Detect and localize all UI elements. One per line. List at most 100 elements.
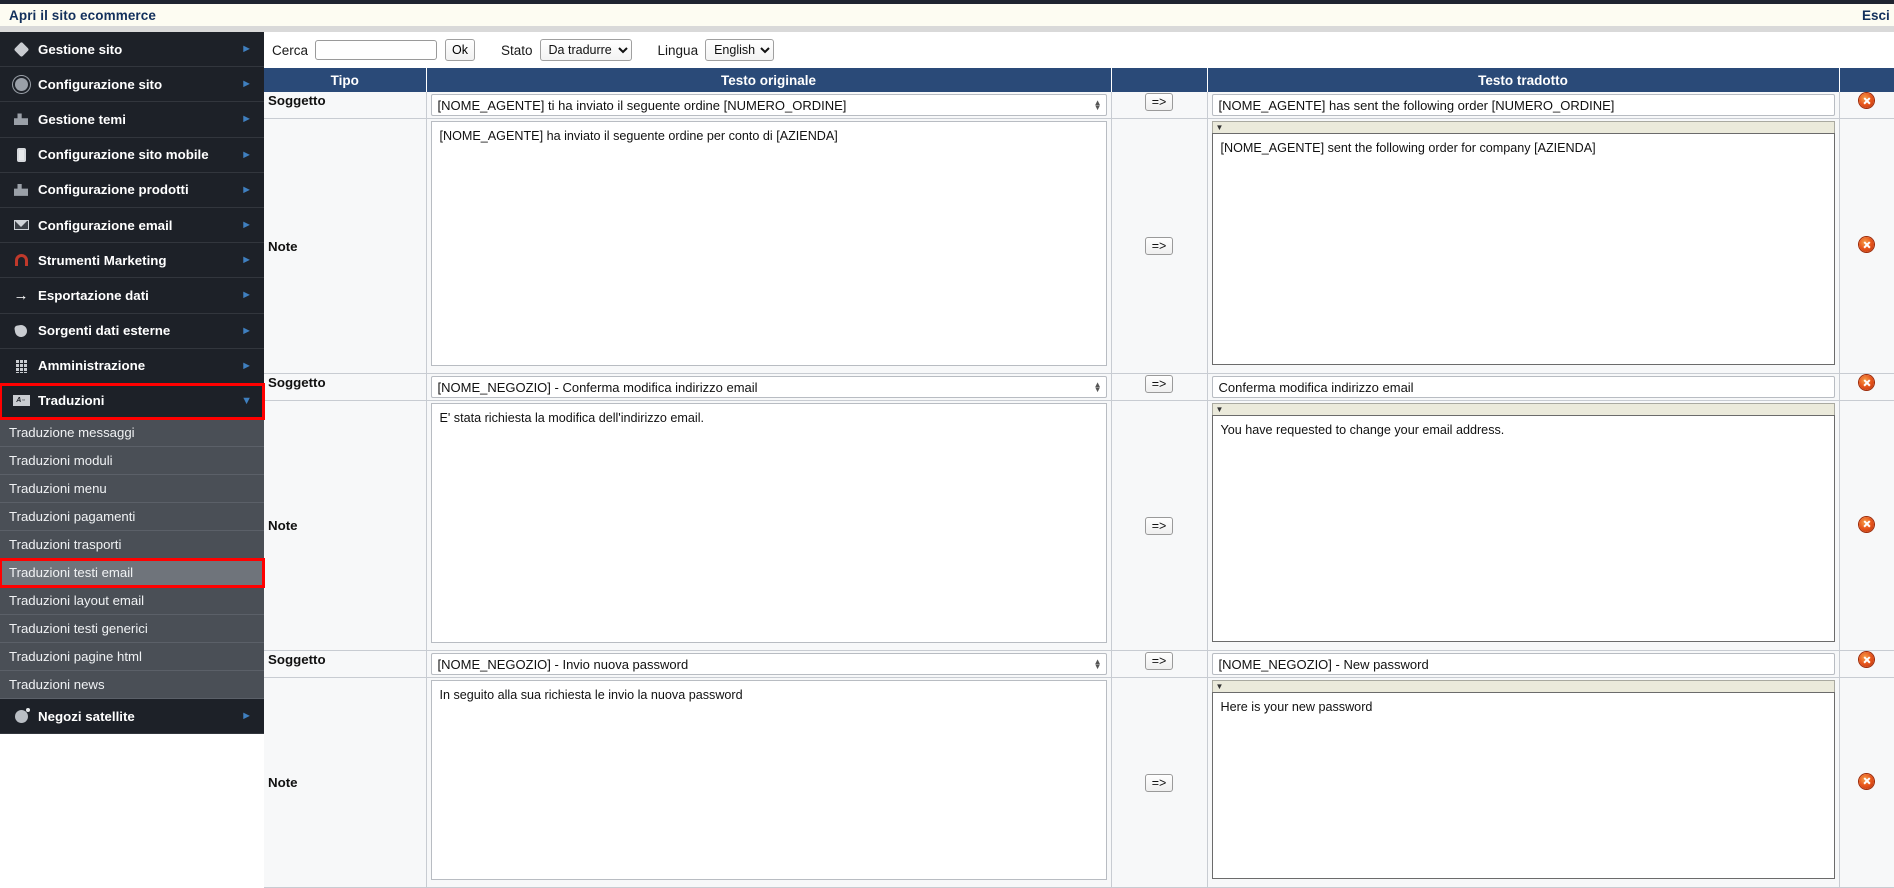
translated-note-textarea[interactable]: [NOME_AGENTE] sent the following order f… [1211,133,1835,365]
sidebar-item-configurazione-email[interactable]: Configurazione email ► [0,208,264,244]
page-title[interactable]: Apri il sito ecommerce [0,8,156,23]
sidebar-item-label: Configurazione sito mobile [38,147,209,163]
column-header-tipo[interactable]: Tipo [264,68,427,92]
sidebar-item-negozi-satellite[interactable]: Negozi satellite ► [0,699,264,735]
sidebar-item-traduzioni-moduli[interactable]: Traduzioni moduli [0,447,264,476]
sidebar-item-traduzioni-layout-email[interactable]: Traduzioni layout email [0,587,264,616]
copy-cell: => [1111,118,1208,374]
sidebar-item-traduzioni[interactable]: A▫ Traduzioni ▼ [0,382,265,421]
original-text-cell: [NOME_NEGOZIO] - Conferma modifica indir… [426,373,1112,401]
translated-subject-input[interactable]: [NOME_NEGOZIO] - New password [1211,653,1835,675]
building-icon [8,358,34,373]
editor-toolbar[interactable]: ▼ [1211,403,1835,415]
column-header-testo-originale[interactable]: Testo originale [426,68,1112,92]
copy-to-translation-button[interactable]: => [1144,237,1174,255]
translated-text-cell: ▼ Here is your new password [1207,677,1840,888]
original-subject-field[interactable]: [NOME_AGENTE] ti ha inviato il seguente … [430,94,1107,116]
sidebar-item-traduzioni-testi-email[interactable]: Traduzioni testi email [0,558,265,589]
sidebar-item-gestione-temi[interactable]: Gestione temi ► [0,102,264,138]
sidebar-item-strumenti-marketing[interactable]: Strumenti Marketing ► [0,243,264,279]
chevron-right-icon: ► [241,324,252,337]
chevron-down-icon[interactable]: ▼ [1216,682,1224,691]
translated-subject-text: [NOME_NEGOZIO] - New password [1218,656,1429,672]
sidebar-item-label: Gestione temi [38,111,126,127]
table-row: Note E' stata richiesta la modifica dell… [264,400,1894,651]
original-subject-field[interactable]: [NOME_NEGOZIO] - Conferma modifica indir… [430,376,1107,398]
delete-circle-icon[interactable] [1859,652,1874,667]
chevron-down-icon[interactable]: ▼ [1216,405,1224,414]
sidebar-item-gestione-sito[interactable]: Gestione sito ► [0,32,264,68]
original-subject-field[interactable]: [NOME_NEGOZIO] - Invio nuova password ▲ ▼ [430,653,1107,675]
translated-subject-text: [NOME_AGENTE] has sent the following ord… [1218,97,1615,113]
column-header-actions [1839,68,1894,92]
sidebar-item-sorgenti-dati-esterne[interactable]: Sorgenti dati esterne ► [0,314,264,349]
delete-circle-icon[interactable] [1859,375,1874,390]
original-note-text: In seguito alla sua richiesta le invio l… [439,688,743,702]
copy-to-translation-button[interactable]: => [1144,773,1174,792]
sidebar-subitem-label: Traduzioni testi generici [9,621,148,637]
table-header-row: Tipo Testo originale Testo tradotto [264,68,1894,92]
spinner-icon[interactable]: ▲ ▼ [1094,99,1102,112]
sidebar-item-traduzioni-pagine-html[interactable]: Traduzioni pagine html [0,643,264,672]
logout-link[interactable]: Esci [1862,8,1894,23]
delete-circle-icon[interactable] [1859,237,1874,252]
row-type-label: Soggetto [264,373,427,401]
translated-subject-input[interactable]: Conferma modifica indirizzo email [1211,376,1835,398]
row-type-label: Note [264,677,427,888]
copy-to-translation-button[interactable]: => [1144,516,1174,535]
sidebar-item-amministrazione[interactable]: Amministrazione ► [0,349,264,384]
sidebar-item-traduzioni-pagamenti[interactable]: Traduzioni pagamenti [0,503,264,532]
delete-circle-icon[interactable] [1859,773,1874,789]
original-text-cell: [NOME_AGENTE] ti ha inviato il seguente … [426,92,1112,119]
table-row: Note In seguito alla sua richiesta le in… [264,677,1894,888]
translated-note-text: [NOME_AGENTE] sent the following order f… [1220,141,1596,155]
translated-text-cell: Conferma modifica indirizzo email [1207,373,1840,401]
copy-to-translation-button[interactable]: => [1144,652,1174,670]
sidebar-item-label: Configurazione prodotti [38,182,189,198]
sidebar-item-traduzioni-trasporti[interactable]: Traduzioni trasporti [0,531,264,560]
sidebar-item-configurazione-sito[interactable]: Configurazione sito ► [0,67,264,103]
magnet-icon [8,254,34,267]
chevron-right-icon: ► [241,254,252,267]
sidebar-item-traduzione-messaggi[interactable]: Traduzione messaggi [0,419,264,448]
chevron-right-icon: ► [241,113,252,126]
original-note-textarea[interactable]: E' stata richiesta la modifica dell'indi… [430,403,1107,643]
original-note-text: E' stata richiesta la modifica dell'indi… [439,411,705,425]
translated-subject-input[interactable]: [NOME_AGENTE] has sent the following ord… [1211,94,1835,116]
sidebar-item-traduzioni-menu[interactable]: Traduzioni menu [0,475,264,504]
copy-cell: => [1111,650,1208,678]
original-note-textarea[interactable]: In seguito alla sua richiesta le invio l… [430,680,1107,880]
lingua-select[interactable]: English [705,39,775,61]
sidebar-item-esportazione-dati[interactable]: → Esportazione dati ► [0,278,264,314]
sidebar-item-label: Amministrazione [38,358,146,374]
sidebar-item-configurazione-prodotti[interactable]: Configurazione prodotti ► [0,173,264,208]
sidebar-item-label: Gestione sito [38,41,123,57]
sidebar-item-traduzioni-testi-generici[interactable]: Traduzioni testi generici [0,615,264,644]
chevron-down-icon[interactable]: ▼ [1216,123,1224,132]
sidebar-subitem-label: Traduzioni testi email [9,565,134,581]
delete-circle-icon[interactable] [1859,516,1874,532]
table-row: Soggetto [NOME_AGENTE] ti ha inviato il … [264,92,1894,119]
column-header-testo-tradotto[interactable]: Testo tradotto [1207,68,1840,92]
delete-circle-icon[interactable] [1859,93,1874,108]
spinner-icon[interactable]: ▲ ▼ [1094,381,1102,394]
original-subject-text: [NOME_AGENTE] ti ha inviato il seguente … [437,97,847,113]
original-subject-text: [NOME_NEGOZIO] - Invio nuova password [437,656,689,672]
delete-cell [1839,373,1894,401]
translated-note-textarea[interactable]: You have requested to change your email … [1211,415,1835,642]
search-ok-button[interactable]: Ok [445,39,475,61]
translated-note-textarea[interactable]: Here is your new password [1211,692,1835,879]
sidebar-item-traduzioni-news[interactable]: Traduzioni news [0,671,264,700]
delete-cell [1839,400,1894,651]
original-subject-text: [NOME_NEGOZIO] - Conferma modifica indir… [437,379,758,395]
chevron-right-icon: ► [241,710,252,723]
stato-select[interactable]: Da tradurre [539,39,632,61]
spinner-icon[interactable]: ▲ ▼ [1094,658,1102,671]
original-note-textarea[interactable]: [NOME_AGENTE] ha inviato il seguente ord… [430,121,1107,366]
search-input[interactable] [315,40,438,60]
copy-to-translation-button[interactable]: => [1144,93,1174,111]
editor-toolbar[interactable]: ▼ [1211,680,1835,692]
sidebar-item-configurazione-sito-mobile[interactable]: Configurazione sito mobile ► [0,138,264,173]
editor-toolbar[interactable]: ▼ [1211,121,1835,133]
copy-to-translation-button[interactable]: => [1144,375,1174,393]
